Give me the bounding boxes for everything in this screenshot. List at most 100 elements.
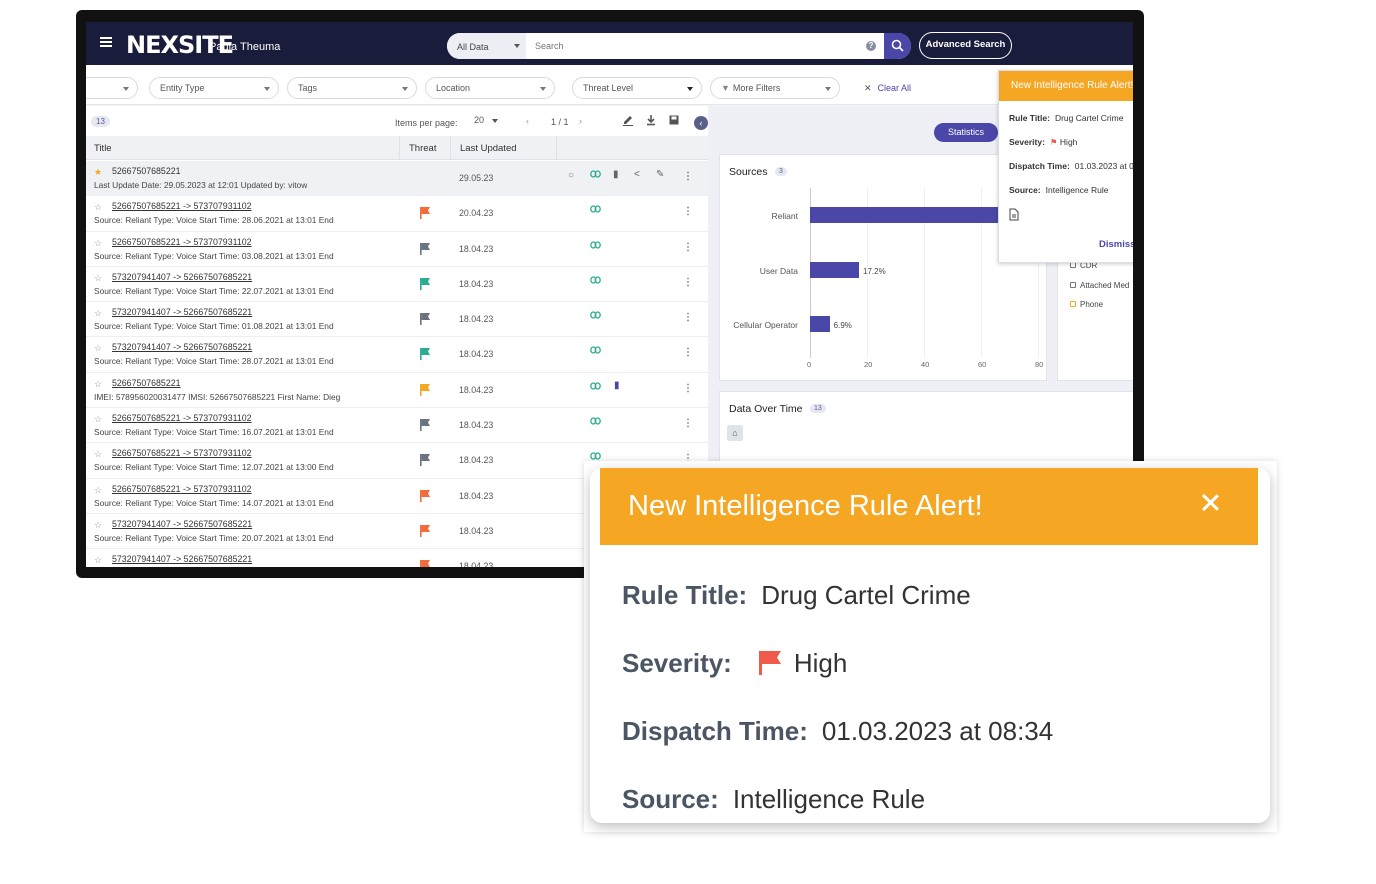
search-scope-select[interactable]: All Data xyxy=(447,33,526,59)
download-icon[interactable] xyxy=(645,114,657,126)
column-header-last-updated[interactable]: Last Updated xyxy=(460,143,517,154)
user-name[interactable]: Paula Theuma xyxy=(209,41,280,53)
share-icon[interactable]: < xyxy=(634,169,640,180)
briefcase-icon[interactable]: ▮ xyxy=(614,380,620,391)
next-page-button[interactable]: › xyxy=(579,116,582,126)
filter-tags[interactable]: Tags xyxy=(287,77,417,99)
favorite-star-icon[interactable]: ☆ xyxy=(94,202,102,213)
favorite-star-icon[interactable]: ★ xyxy=(94,167,102,178)
document-icon[interactable] xyxy=(1009,208,1019,221)
clear-all-button[interactable]: ✕ Clear All xyxy=(864,83,911,94)
table-row[interactable]: ☆ 52667507685221 -> 573707931102 Source: R… xyxy=(86,408,708,444)
search-button[interactable] xyxy=(884,33,911,59)
more-options-icon[interactable]: ⋮ xyxy=(683,171,693,182)
link-icon[interactable] xyxy=(590,346,601,355)
link-icon[interactable] xyxy=(590,417,601,425)
row-title-link[interactable]: 52667507685221 -> 573707931102 xyxy=(112,413,252,423)
favorite-star-icon[interactable]: ☆ xyxy=(94,449,102,460)
search-input[interactable] xyxy=(529,33,859,59)
collapse-panel-button[interactable]: ‹ xyxy=(694,116,708,130)
row-title-link[interactable]: 573207941407 -> 52667507685221 xyxy=(112,342,252,352)
items-per-page-select[interactable]: 20 xyxy=(474,115,484,125)
prev-page-button[interactable]: ‹ xyxy=(526,116,529,126)
favorite-star-icon[interactable]: ☆ xyxy=(94,308,102,319)
filter-dropdown-first[interactable] xyxy=(86,77,138,99)
favorite-star-icon[interactable]: ☆ xyxy=(94,520,102,531)
edit-icon[interactable] xyxy=(622,114,634,126)
link-icon[interactable] xyxy=(590,240,601,249)
help-icon[interactable]: ? xyxy=(866,41,876,51)
bar-cellular-operator[interactable] xyxy=(810,316,830,332)
table-row[interactable]: ☆ 52667507685221 IMEI: 578956020031477 IMS… xyxy=(86,373,708,409)
side-item-phone[interactable]: Phone xyxy=(1070,300,1103,309)
row-title-link[interactable]: 52667507685221 -> 573707931102 xyxy=(112,201,252,211)
more-options-icon[interactable]: ⋮ xyxy=(683,347,693,358)
favorite-star-icon[interactable]: ☆ xyxy=(94,414,102,425)
more-options-icon[interactable]: ⋮ xyxy=(683,206,693,217)
chevron-down-icon[interactable] xyxy=(492,119,498,123)
row-title-link[interactable]: 573207941407 -> 52667507685221 xyxy=(112,554,252,564)
row-title-link[interactable]: 573207941407 -> 52667507685221 xyxy=(112,519,252,529)
filter-entity-type[interactable]: Entity Type xyxy=(149,77,279,99)
more-options-icon[interactable]: ⋮ xyxy=(683,277,693,288)
page-indicator: 1 / 1 xyxy=(551,117,569,127)
link-icon-wrap[interactable] xyxy=(590,346,601,356)
favorite-star-icon[interactable]: ☆ xyxy=(94,238,102,249)
filter-location[interactable]: Location xyxy=(425,77,555,99)
link-icon-wrap[interactable] xyxy=(590,417,601,427)
column-header-title[interactable]: Title xyxy=(94,143,112,154)
side-item-attached-media[interactable]: Attached Med xyxy=(1070,281,1129,290)
link-icon-wrap[interactable] xyxy=(590,382,601,392)
more-options-icon[interactable]: ⋮ xyxy=(683,312,693,323)
bar-reliant[interactable] xyxy=(810,207,1027,223)
column-header-threat[interactable]: Threat xyxy=(409,143,436,154)
favorite-star-icon[interactable]: ☆ xyxy=(94,485,102,496)
table-row[interactable]: ☆ 52667507685221 -> 573707931102 Source: R… xyxy=(86,232,708,267)
link-icon-wrap[interactable] xyxy=(590,240,601,251)
filter-more-filters[interactable]: ▼ More Filters xyxy=(710,77,840,99)
bar-user-data[interactable] xyxy=(810,262,860,278)
link-icon[interactable] xyxy=(590,452,601,461)
favorite-star-icon[interactable]: ☆ xyxy=(94,273,102,284)
save-icon[interactable] xyxy=(668,114,680,126)
row-title-link[interactable]: 573207941407 -> 52667507685221 xyxy=(112,272,252,282)
row-title-link[interactable]: 52667507685221 xyxy=(112,166,181,176)
link-icon-wrap[interactable] xyxy=(590,170,601,180)
edit-icon[interactable]: ✎ xyxy=(656,169,664,180)
table-row[interactable]: ★ 52667507685221 Last Update Date: 29.05.2… xyxy=(86,161,708,197)
link-icon-wrap[interactable] xyxy=(590,205,601,215)
menu-icon[interactable] xyxy=(100,37,112,47)
row-title-link[interactable]: 52667507685221 xyxy=(112,378,181,388)
row-title-link[interactable]: 52667507685221 -> 573707931102 xyxy=(112,237,252,247)
row-title-link[interactable]: 573207941407 -> 52667507685221 xyxy=(112,307,252,317)
column-divider xyxy=(399,136,400,160)
more-options-icon[interactable]: ⋮ xyxy=(683,242,693,253)
link-icon[interactable] xyxy=(590,311,601,319)
link-icon-wrap[interactable] xyxy=(590,311,601,321)
favorite-star-icon[interactable]: ☆ xyxy=(94,379,102,390)
filter-threat-level[interactable]: Threat Level xyxy=(572,77,702,99)
row-title-link[interactable]: 52667507685221 -> 573707931102 xyxy=(112,484,252,494)
link-icon[interactable] xyxy=(590,205,601,213)
statistics-button[interactable]: Statistics xyxy=(934,123,998,142)
table-row[interactable]: ☆ 573207941407 -> 52667507685221 Source: R… xyxy=(86,302,708,338)
close-icon[interactable] xyxy=(1198,490,1222,514)
row-title-link[interactable]: 52667507685221 -> 573707931102 xyxy=(112,448,252,458)
user-lock-icon[interactable]: ○ xyxy=(568,170,574,181)
alert-zoom-callout: New Intelligence Rule Alert! Rule Title:… xyxy=(584,461,1277,832)
link-icon[interactable] xyxy=(590,382,601,390)
home-icon[interactable]: ⌂ xyxy=(727,425,743,441)
table-row[interactable]: ☆ 573207941407 -> 52667507685221 Source: R… xyxy=(86,267,708,303)
dismiss-button[interactable]: Dismiss xyxy=(1099,239,1133,250)
more-options-icon[interactable]: ⋮ xyxy=(683,418,693,429)
link-icon-wrap[interactable] xyxy=(590,276,601,286)
more-options-icon[interactable]: ⋮ xyxy=(683,383,693,394)
table-row[interactable]: ☆ 573207941407 -> 52667507685221 Source: R… xyxy=(86,337,708,373)
briefcase-icon[interactable]: ▮ xyxy=(613,169,619,180)
link-icon[interactable] xyxy=(590,276,601,284)
favorite-star-icon[interactable]: ☆ xyxy=(94,555,102,566)
advanced-search-button[interactable]: Advanced Search xyxy=(919,32,1012,59)
link-icon[interactable] xyxy=(590,170,601,178)
favorite-star-icon[interactable]: ☆ xyxy=(94,343,102,354)
table-row[interactable]: ☆ 52667507685221 -> 573707931102 Source: R… xyxy=(86,196,708,232)
